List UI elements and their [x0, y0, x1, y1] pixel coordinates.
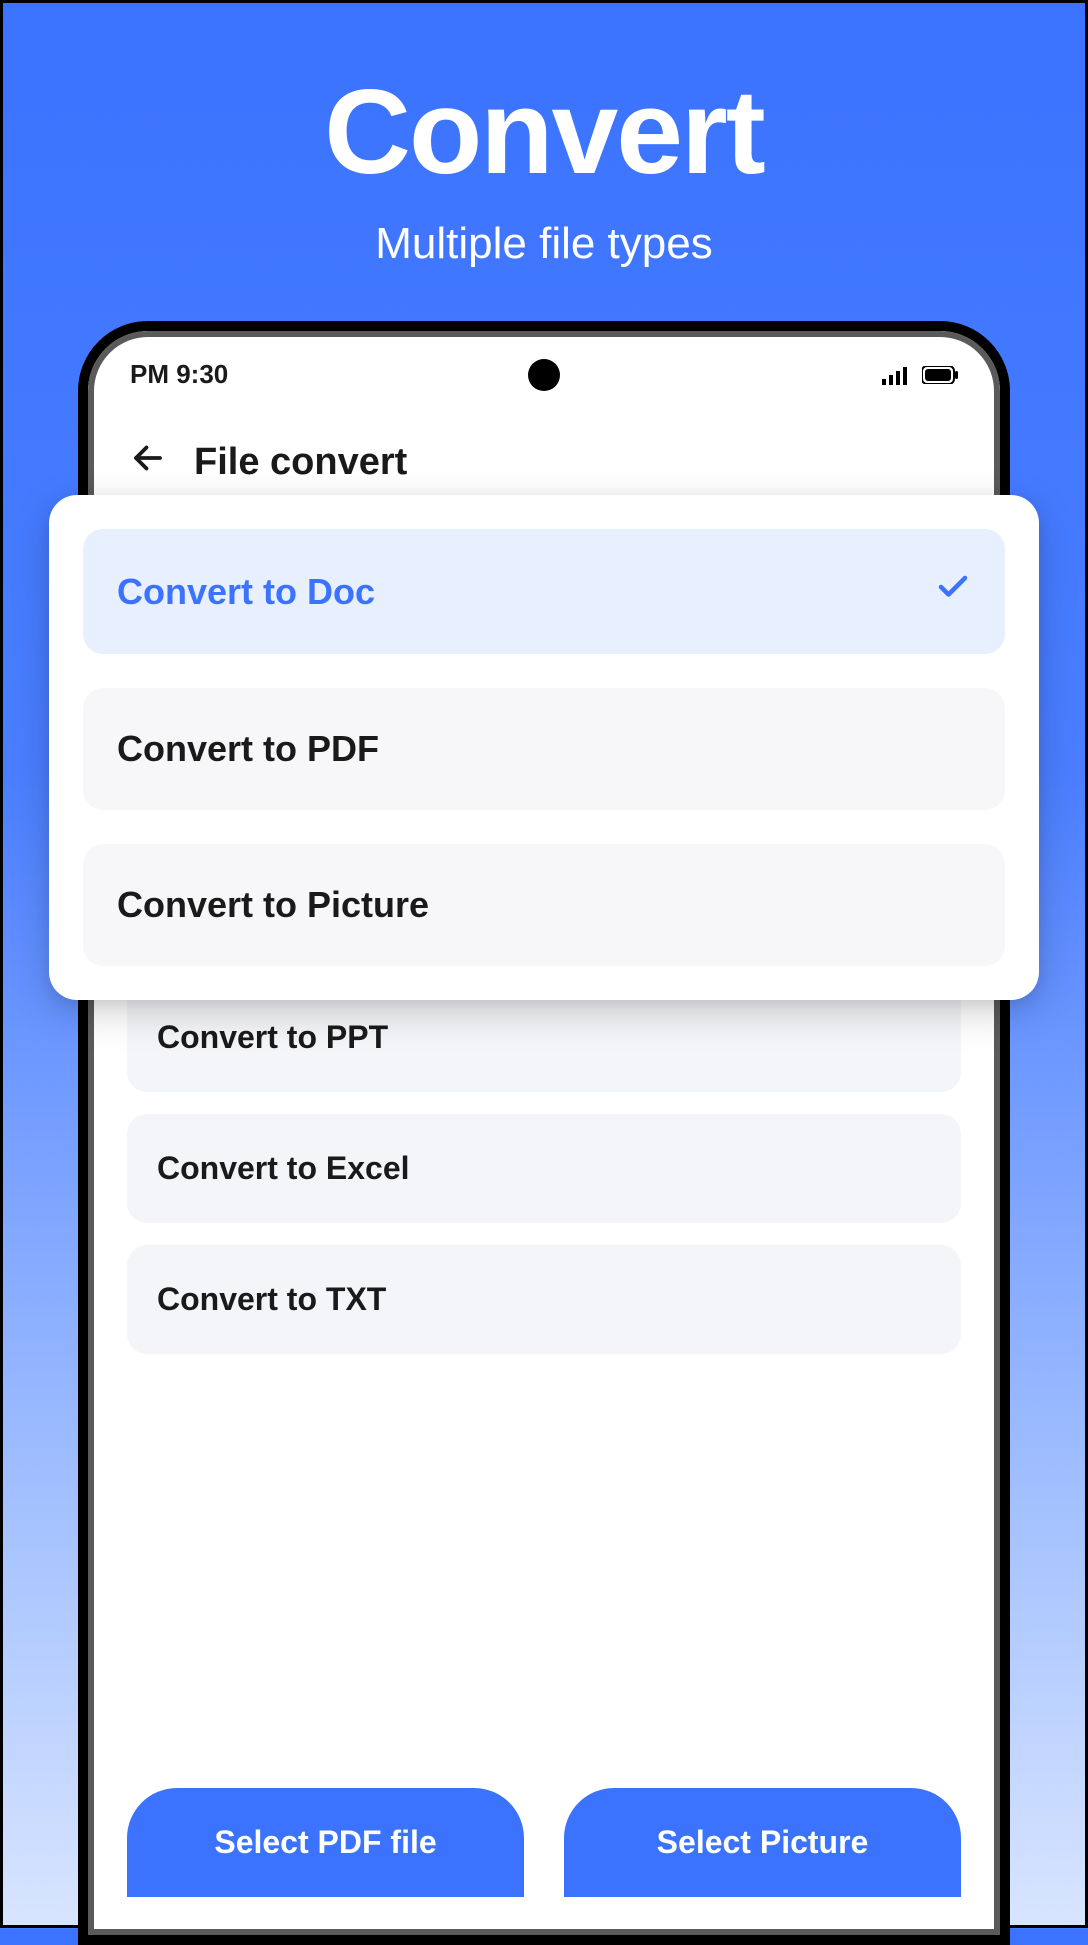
option-label: Convert to PPT: [157, 1019, 388, 1055]
hero-title: Convert: [3, 63, 1085, 201]
hero-subtitle: Multiple file types: [3, 219, 1085, 269]
option-label: Convert to Doc: [117, 571, 375, 613]
camera-notch: [528, 359, 560, 391]
option-convert-pdf[interactable]: Convert to PDF: [83, 688, 1005, 810]
promo-frame: Convert Multiple file types PM 9:30 File…: [0, 0, 1088, 1928]
select-pdf-button[interactable]: Select PDF file: [127, 1788, 524, 1897]
option-convert-picture[interactable]: Convert to Picture: [83, 844, 1005, 966]
lower-options-list: Convert to PPT Convert to Excel Convert …: [127, 983, 961, 1376]
status-time: PM 9:30: [130, 359, 228, 390]
battery-icon: [922, 366, 958, 384]
option-convert-excel[interactable]: Convert to Excel: [127, 1114, 961, 1223]
option-label: Convert to Excel: [157, 1150, 410, 1186]
status-right: [882, 365, 958, 385]
back-arrow-icon[interactable]: [130, 440, 166, 485]
option-label: Convert to Picture: [117, 884, 429, 926]
page-title: File convert: [194, 441, 407, 484]
option-label: Convert to PDF: [117, 728, 379, 770]
popup-options-card: Convert to Doc Convert to PDF Convert to…: [49, 495, 1039, 1000]
option-label: Convert to TXT: [157, 1281, 386, 1317]
bottom-button-row: Select PDF file Select Picture: [127, 1788, 961, 1897]
select-picture-button[interactable]: Select Picture: [564, 1788, 961, 1897]
option-convert-txt[interactable]: Convert to TXT: [127, 1245, 961, 1354]
check-icon: [935, 569, 971, 614]
app-header: File convert: [88, 400, 1000, 505]
hero: Convert Multiple file types: [3, 3, 1085, 269]
signal-icon: [882, 365, 912, 385]
option-convert-doc[interactable]: Convert to Doc: [83, 529, 1005, 654]
